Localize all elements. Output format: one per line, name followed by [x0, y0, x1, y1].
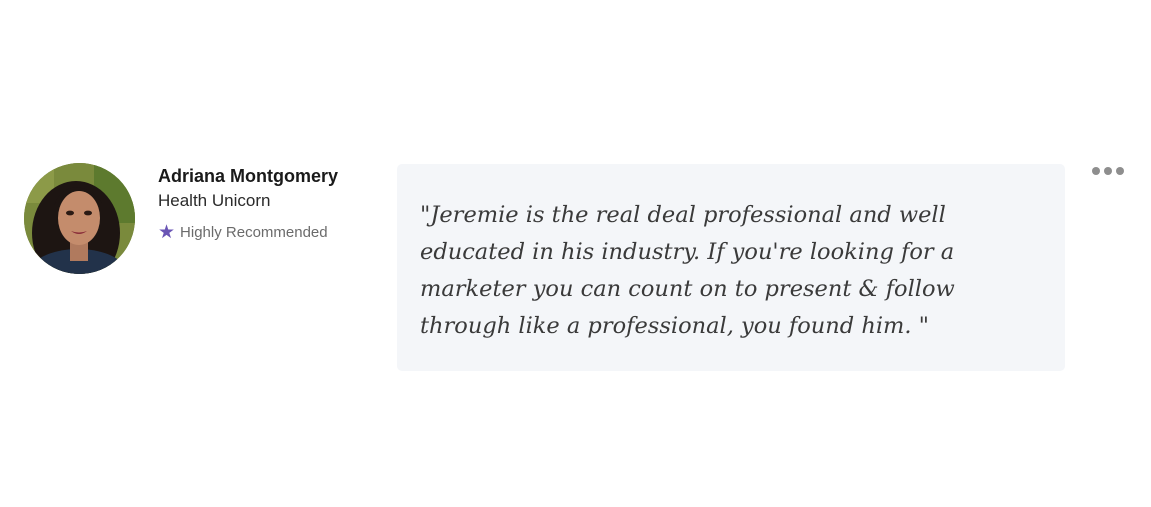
testimonial-quote: "Jeremie is the real deal professional a… [420, 202, 955, 339]
more-horizontal-icon-dot [1104, 167, 1112, 175]
testimonial-quote-box: "Jeremie is the real deal professional a… [397, 164, 1065, 371]
more-horizontal-icon [1092, 167, 1100, 175]
more-horizontal-icon-dot [1116, 167, 1124, 175]
author-info: Adriana Montgomery Health Unicorn ★ High… [158, 164, 378, 242]
author-name[interactable]: Adriana Montgomery [158, 164, 378, 188]
avatar-photo [24, 163, 135, 274]
more-options-button[interactable] [1086, 160, 1130, 182]
badge-label: Highly Recommended [180, 224, 328, 241]
author-company: Health Unicorn [158, 191, 271, 210]
star-icon: ★ [158, 222, 176, 243]
testimonial-card: Adriana Montgomery Health Unicorn ★ High… [0, 0, 1151, 507]
avatar[interactable] [24, 163, 135, 274]
recommendation-badge: ★ Highly Recommended [158, 222, 378, 243]
